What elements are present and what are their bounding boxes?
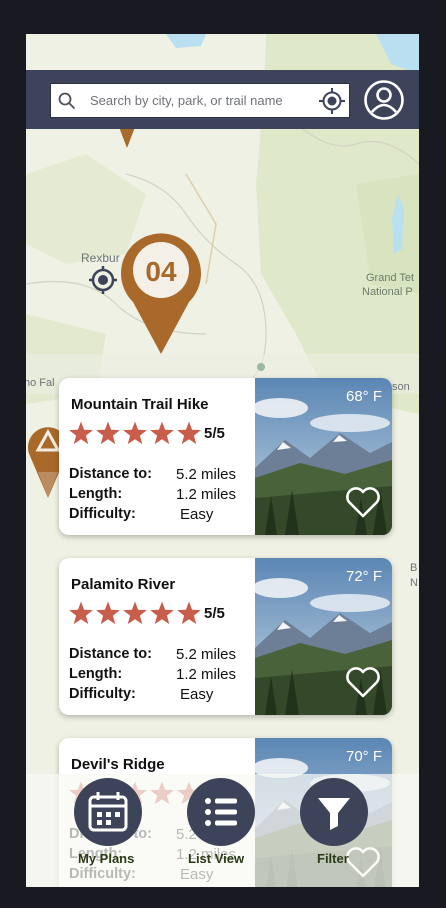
- trail-card-2[interactable]: Palamito River 5/5 Distance to: 5.2 mile…: [59, 558, 392, 715]
- location-target-icon[interactable]: [89, 266, 117, 294]
- list-view-label[interactable]: List View: [188, 851, 244, 866]
- difficulty-value: Easy: [180, 686, 214, 703]
- trail-card-1[interactable]: Mountain Trail Hike 5/5 Distance to: 5.2…: [59, 378, 392, 535]
- app-screen: Rexbur Grand Tet National P ho Fal son B…: [26, 34, 419, 887]
- length-value: 1.2 miles: [176, 666, 237, 683]
- list-view-button[interactable]: [186, 777, 256, 847]
- favorite-heart-icon[interactable]: [345, 486, 381, 519]
- trail-title: Mountain Trail Hike: [71, 396, 209, 413]
- my-plans-label[interactable]: My Plans: [78, 851, 134, 866]
- temperature: 68° F: [345, 388, 382, 405]
- search-bar[interactable]: Search by city, park, or trail name: [50, 83, 350, 118]
- map-label-right: son: [392, 381, 410, 393]
- rating-text: 5/5: [204, 425, 225, 442]
- length-label: Length:: [69, 486, 123, 502]
- star-icon: [69, 601, 93, 625]
- distance-value: 5.2 miles: [176, 646, 237, 663]
- my-location-icon[interactable]: [319, 88, 345, 114]
- bottom-navigation: My Plans List View Filter: [26, 774, 419, 887]
- trail-title: Palamito River: [71, 576, 176, 593]
- map-label-right-3: N: [410, 577, 418, 589]
- top-bar: Search by city, park, or trail name: [26, 70, 419, 129]
- star-icon: [123, 601, 147, 625]
- temperature: 72° F: [345, 568, 382, 585]
- distance-value: 5.2 miles: [176, 466, 237, 483]
- difficulty-label: Difficulty:: [69, 686, 136, 702]
- difficulty-label: Difficulty:: [69, 506, 136, 522]
- rating-text: 5/5: [204, 605, 225, 622]
- star-icon: [150, 421, 174, 445]
- filter-label[interactable]: Filter: [317, 851, 349, 866]
- favorite-heart-icon[interactable]: [345, 666, 381, 699]
- map-label-park-2: National P: [362, 286, 413, 298]
- my-plans-button[interactable]: [73, 777, 143, 847]
- search-icon: [58, 92, 75, 109]
- distance-label: Distance to:: [69, 466, 152, 482]
- map-poi-icon: [257, 363, 265, 371]
- star-rating: [69, 601, 201, 625]
- star-icon: [123, 421, 147, 445]
- search-input[interactable]: Search by city, park, or trail name: [90, 93, 283, 108]
- star-icon: [96, 421, 120, 445]
- map-label-left: ho Fal: [26, 377, 55, 389]
- difficulty-value: Easy: [180, 506, 214, 523]
- star-icon: [177, 421, 201, 445]
- profile-icon[interactable]: [363, 79, 405, 121]
- star-icon: [177, 601, 201, 625]
- map-label-town: Rexbur: [81, 251, 120, 265]
- marker-number: 04: [145, 256, 177, 287]
- star-icon: [96, 601, 120, 625]
- distance-label: Distance to:: [69, 646, 152, 662]
- length-value: 1.2 miles: [176, 486, 237, 503]
- list-icon: [205, 798, 237, 826]
- length-label: Length:: [69, 666, 123, 682]
- map-marker-04[interactable]: 04: [120, 228, 202, 356]
- map-label-park-1: Grand Tet: [366, 272, 414, 284]
- filter-button[interactable]: [299, 777, 369, 847]
- star-rating: [69, 421, 201, 445]
- star-icon: [150, 601, 174, 625]
- star-icon: [69, 421, 93, 445]
- temperature: 70° F: [345, 748, 382, 765]
- trail-title: Devil's Ridge: [71, 756, 165, 773]
- map-label-right-2: B: [410, 562, 417, 574]
